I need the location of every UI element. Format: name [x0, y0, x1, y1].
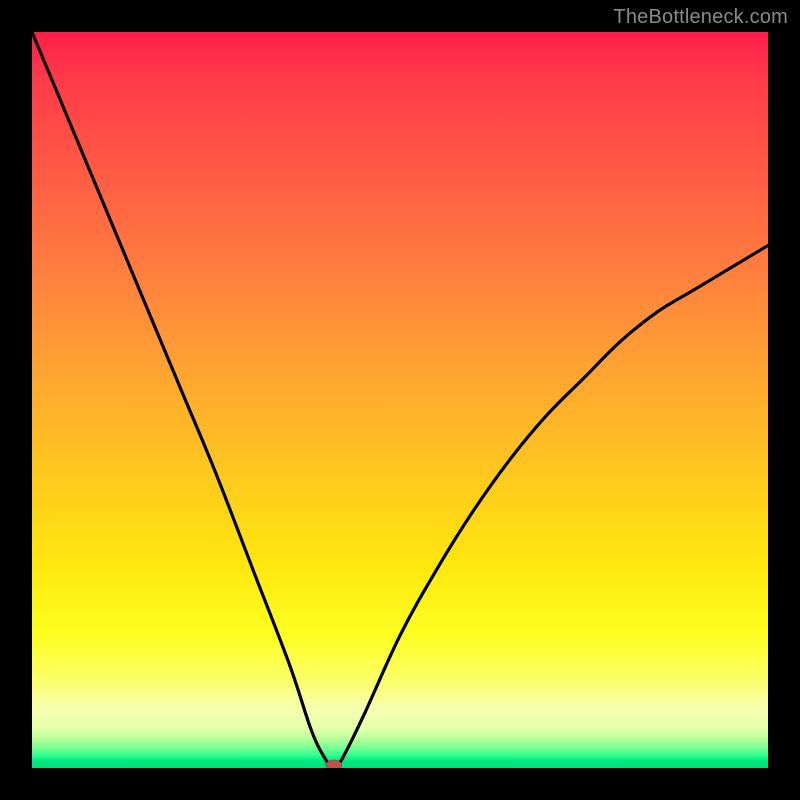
plot-area	[32, 32, 768, 768]
curve-layer	[32, 32, 768, 768]
watermark-text: TheBottleneck.com	[613, 6, 788, 29]
optimal-point-marker	[326, 760, 342, 768]
bottleneck-curve	[32, 32, 768, 768]
chart-frame: TheBottleneck.com	[0, 0, 800, 800]
